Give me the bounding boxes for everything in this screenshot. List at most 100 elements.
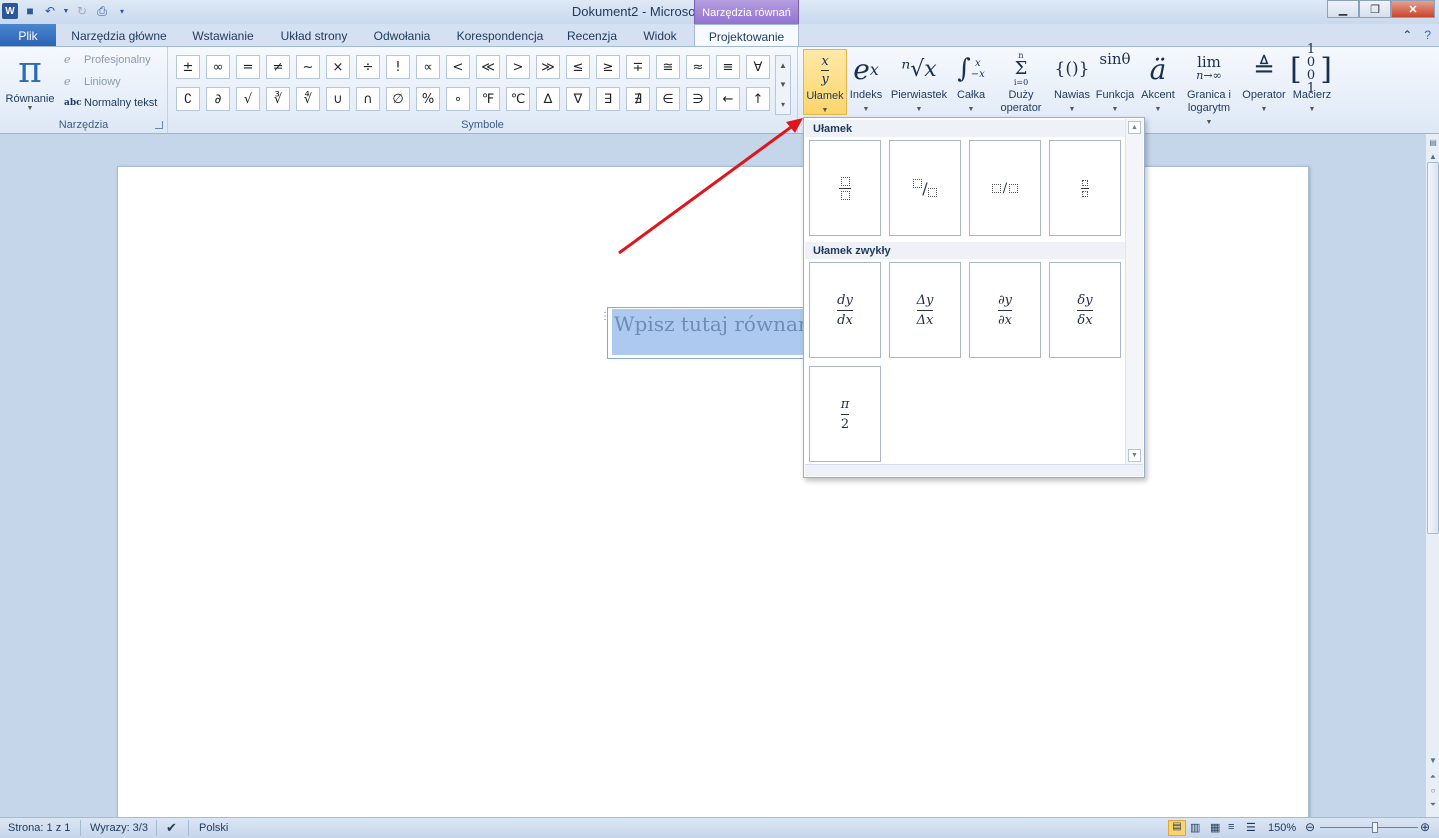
- symbol-button[interactable]: ∃: [596, 87, 620, 111]
- gallery-scrollbar[interactable]: ▲ ▼: [1125, 119, 1143, 464]
- scroll-up-icon[interactable]: ▲: [779, 61, 787, 70]
- symbol-button[interactable]: <: [446, 55, 470, 79]
- operator-button[interactable]: ≜ Operator ▼: [1239, 49, 1289, 116]
- gallery-resize-grip[interactable]: [805, 464, 1143, 476]
- page-count[interactable]: Strona: 1 z 1: [8, 822, 70, 834]
- integral-button[interactable]: ∫ x −x Całka ▼: [952, 49, 990, 116]
- help-icon[interactable]: ?: [1424, 28, 1431, 42]
- next-page-icon[interactable]: ⏷: [1427, 798, 1439, 812]
- symbol-button[interactable]: %: [416, 87, 440, 111]
- accent-button[interactable]: ä Akcent ▼: [1138, 49, 1178, 116]
- symbol-button[interactable]: ∋: [686, 87, 710, 111]
- tab-design[interactable]: Projektowanie: [694, 24, 799, 47]
- linear-fraction-item[interactable]: /: [969, 140, 1041, 236]
- equation-button[interactable]: π Równanie ▼: [4, 49, 56, 112]
- tab-file[interactable]: Plik: [0, 24, 56, 47]
- tab-home[interactable]: Narzędzia główne: [60, 24, 178, 47]
- scroll-down-icon[interactable]: ▼: [1427, 754, 1439, 768]
- tab-insert[interactable]: Wstawianie: [180, 24, 266, 47]
- word-count[interactable]: Wyrazy: 3/3: [90, 822, 148, 834]
- tab-mailings[interactable]: Korespondencja: [444, 24, 556, 47]
- web-layout-icon[interactable]: ▦: [1210, 821, 1220, 834]
- tab-view[interactable]: Widok: [628, 24, 692, 47]
- symbol-button[interactable]: ∓: [626, 55, 650, 79]
- symbol-button[interactable]: ∁: [176, 87, 200, 111]
- previous-page-icon[interactable]: ⏶: [1427, 770, 1439, 784]
- fraction-pi-half-item[interactable]: π2: [809, 366, 881, 462]
- symbol-button[interactable]: ×: [326, 55, 350, 79]
- symbol-button[interactable]: !: [386, 55, 410, 79]
- small-fraction-item[interactable]: [1049, 140, 1121, 236]
- symbol-button[interactable]: ℉: [476, 87, 500, 111]
- limit-log-button[interactable]: lim n→∞ Granica i logarytm ▼: [1180, 49, 1238, 129]
- symbol-button[interactable]: ↑: [746, 87, 770, 111]
- language[interactable]: Polski: [199, 822, 228, 834]
- fraction-delta-item[interactable]: Δy Δx: [889, 262, 961, 358]
- symbol-button[interactable]: √: [236, 87, 260, 111]
- symbol-button[interactable]: ~: [296, 55, 320, 79]
- matrix-button[interactable]: [ 1 00 1 ] Macierz ▼: [1290, 43, 1334, 116]
- fraction-partial-item[interactable]: ∂y ∂x: [969, 262, 1041, 358]
- restore-icon[interactable]: ❐: [1359, 0, 1391, 18]
- tab-page-layout[interactable]: Układ strony: [268, 24, 360, 47]
- ruler-toggle-icon[interactable]: ▤: [1427, 136, 1439, 150]
- tab-references[interactable]: Odwołania: [362, 24, 442, 47]
- symbols-scroll[interactable]: ▲ ▼ ▾: [775, 55, 791, 115]
- symbol-button[interactable]: ←: [716, 87, 740, 111]
- fraction-button[interactable]: x y Ułamek ▼: [803, 49, 847, 115]
- symbol-button[interactable]: ∜: [296, 87, 320, 111]
- symbol-button[interactable]: ≅: [656, 55, 680, 79]
- print-layout-icon[interactable]: ▤: [1168, 820, 1186, 836]
- symbol-button[interactable]: ∛: [266, 87, 290, 111]
- tab-review[interactable]: Recenzja: [558, 24, 626, 47]
- zoom-out-icon[interactable]: ⊖: [1305, 820, 1315, 834]
- script-button[interactable]: ex Indeks ▼: [848, 49, 884, 116]
- symbol-button[interactable]: ≤: [566, 55, 590, 79]
- symbol-button[interactable]: ∘: [446, 87, 470, 111]
- symbol-button[interactable]: ≠: [266, 55, 290, 79]
- symbol-button[interactable]: ∅: [386, 87, 410, 111]
- function-button[interactable]: sinθ Funkcja ▼: [1094, 49, 1136, 116]
- symbol-button[interactable]: ≪: [476, 55, 500, 79]
- skewed-fraction-item[interactable]: /: [889, 140, 961, 236]
- zoom-slider[interactable]: [1320, 827, 1418, 828]
- symbol-button[interactable]: =: [236, 55, 260, 79]
- symbol-button[interactable]: ±: [176, 55, 200, 79]
- symbol-button[interactable]: ∆: [536, 87, 560, 111]
- normal-text-option[interactable]: abc Normalny tekst: [64, 97, 157, 109]
- radical-button[interactable]: ⁿ√x Pierwiastek ▼: [888, 49, 950, 116]
- browse-object-icon[interactable]: ○: [1427, 784, 1439, 798]
- symbol-button[interactable]: ≈: [686, 55, 710, 79]
- symbol-button[interactable]: ∄: [626, 87, 650, 111]
- symbol-button[interactable]: ÷: [356, 55, 380, 79]
- close-icon[interactable]: ✕: [1391, 0, 1435, 18]
- scroll-down-icon[interactable]: ▼: [779, 80, 787, 89]
- draft-icon[interactable]: ☰: [1246, 821, 1256, 834]
- zoom-level[interactable]: 150%: [1268, 822, 1296, 834]
- minimize-ribbon-icon[interactable]: ⌃: [1402, 28, 1412, 42]
- linear-option[interactable]: e Liniowy: [64, 75, 121, 88]
- vertical-scrollbar[interactable]: ▤ ▲ ▼ ⏶ ○ ⏷: [1425, 134, 1439, 817]
- fraction-dy-dx-item[interactable]: dy dx: [809, 262, 881, 358]
- symbol-button[interactable]: ∇: [566, 87, 590, 111]
- outline-icon[interactable]: ≡: [1228, 821, 1234, 833]
- symbol-button[interactable]: ∪: [326, 87, 350, 111]
- symbol-button[interactable]: ≫: [536, 55, 560, 79]
- scroll-down-icon[interactable]: ▼: [1128, 449, 1141, 462]
- symbol-button[interactable]: ∀: [746, 55, 770, 79]
- stacked-fraction-item[interactable]: [809, 140, 881, 236]
- symbol-button[interactable]: ≥: [596, 55, 620, 79]
- minimize-icon[interactable]: ▁: [1327, 0, 1359, 18]
- symbol-button[interactable]: >: [506, 55, 530, 79]
- more-symbols-icon[interactable]: ▾: [781, 100, 785, 109]
- full-screen-reading-icon[interactable]: ▥: [1190, 821, 1200, 834]
- fraction-small-delta-item[interactable]: δy δx: [1049, 262, 1121, 358]
- symbol-button[interactable]: ∩: [356, 87, 380, 111]
- symbol-button[interactable]: ∞: [206, 55, 230, 79]
- zoom-slider-thumb[interactable]: [1372, 822, 1378, 833]
- symbol-button[interactable]: ∝: [416, 55, 440, 79]
- symbol-button[interactable]: ≡: [716, 55, 740, 79]
- bracket-button[interactable]: {()} Nawias ▼: [1051, 49, 1093, 116]
- zoom-in-icon[interactable]: ⊕: [1420, 820, 1430, 834]
- scroll-up-icon[interactable]: ▲: [1128, 121, 1141, 134]
